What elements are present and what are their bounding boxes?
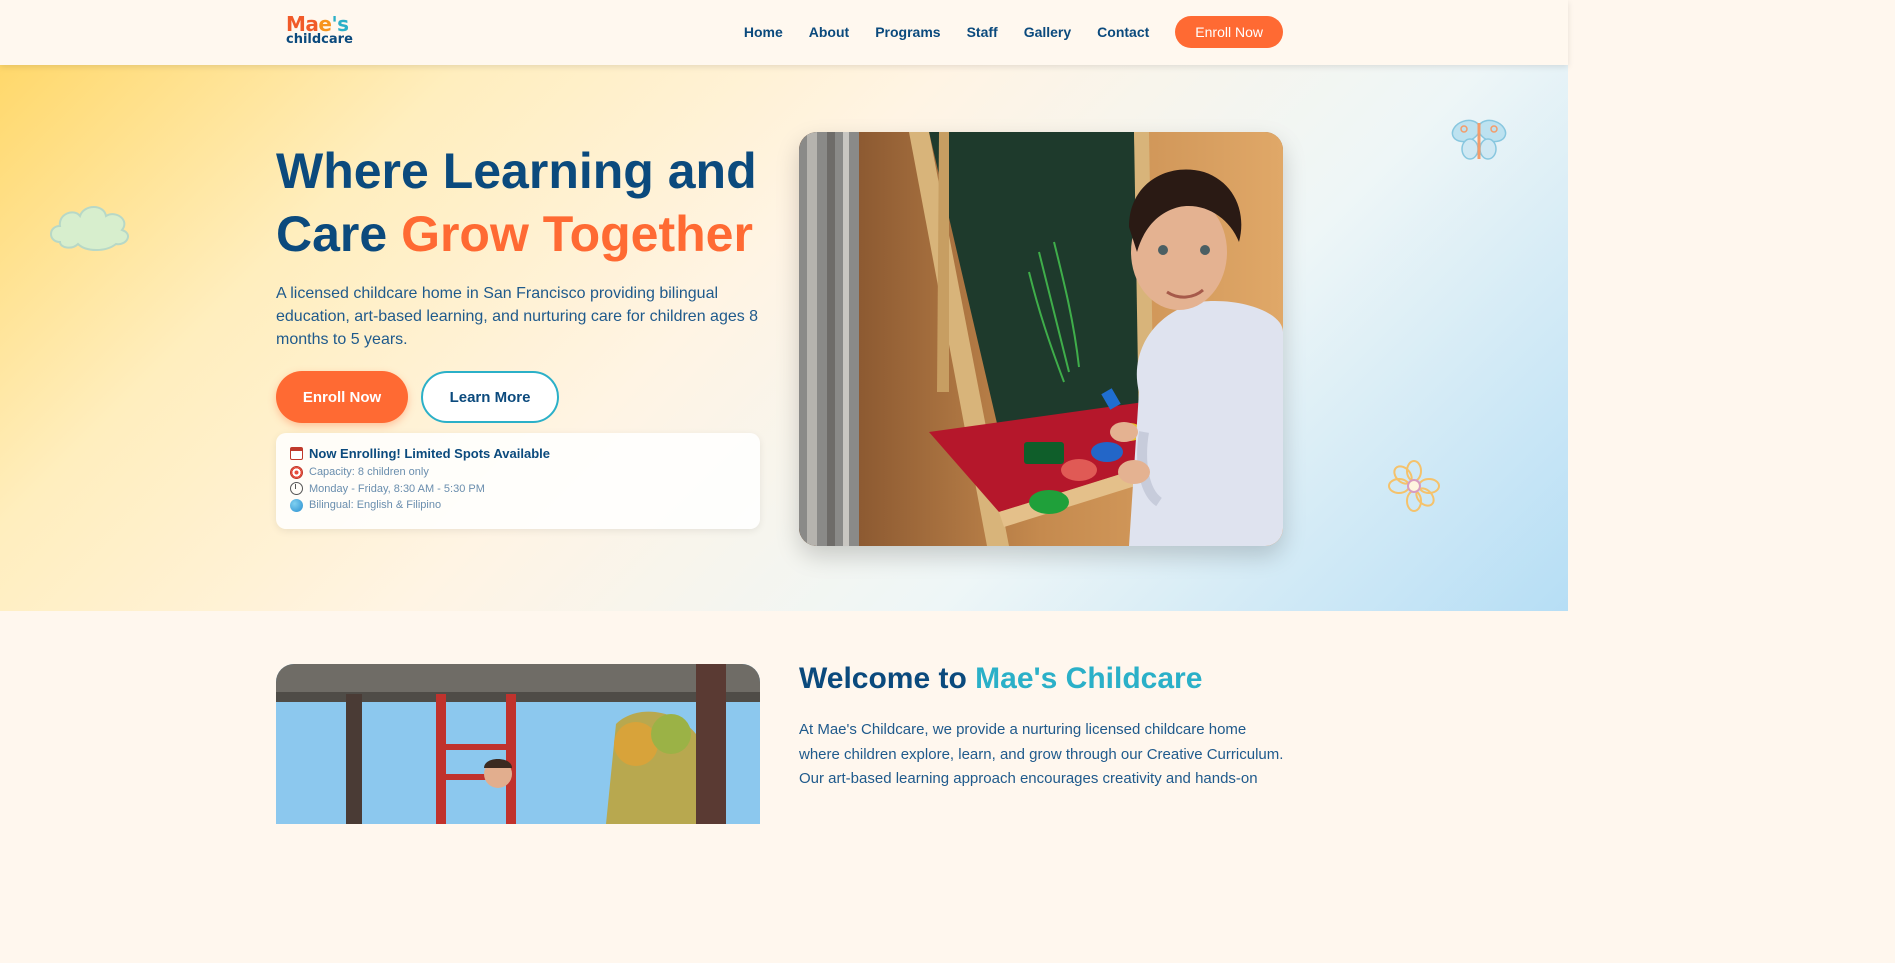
calendar-icon — [290, 447, 303, 460]
nav-programs[interactable]: Programs — [875, 24, 940, 40]
welcome-text: At Mae's Childcare, we provide a nurturi… — [799, 721, 1284, 787]
nav-gallery[interactable]: Gallery — [1024, 24, 1071, 40]
info-heading: Now Enrolling! Limited Spots Available — [309, 446, 551, 461]
info-languages: Bilingual: English & Filipino — [309, 499, 442, 511]
site-header: Mae's childcare Home About Programs Staf… — [0, 0, 1568, 65]
nav-about[interactable]: About — [809, 24, 849, 40]
globe-icon — [290, 498, 303, 512]
welcome-title-accent: Mae's Childcare — [975, 662, 1203, 695]
welcome-photo-illustration — [276, 664, 760, 824]
hero-subtitle: A licensed childcare home in San Francis… — [276, 285, 759, 348]
hero-photo-illustration — [799, 132, 1283, 546]
nav-home[interactable]: Home — [744, 24, 783, 40]
hero-section: Where Learning and Care Grow Together A … — [0, 65, 1568, 611]
info-capacity: Capacity: 8 children only — [309, 466, 429, 478]
hero-photo — [799, 132, 1283, 546]
cloud-icon — [50, 206, 129, 251]
main-nav: Home About Programs Staff Gallery Contac… — [744, 16, 1283, 48]
header-enroll-button[interactable]: Enroll Now — [1175, 16, 1283, 48]
logo-wordmark: Mae's — [286, 12, 349, 36]
logo[interactable]: Mae's childcare — [286, 14, 353, 46]
enrollment-info-card: Now Enrolling! Limited Spots Available C… — [276, 433, 760, 529]
flower-icon — [1388, 460, 1440, 512]
target-icon — [290, 465, 303, 479]
butterfly-icon — [1451, 119, 1507, 160]
nav-contact[interactable]: Contact — [1097, 24, 1149, 40]
nav-staff[interactable]: Staff — [967, 24, 998, 40]
hero-title-accent: Grow Together — [401, 206, 753, 262]
welcome-title: Welcome to Mae's Childcare — [799, 662, 1203, 695]
enroll-now-button[interactable]: Enroll Now — [276, 371, 408, 423]
logo-subtext: childcare — [286, 32, 353, 47]
info-hours: Monday - Friday, 8:30 AM - 5:30 PM — [309, 482, 485, 495]
learn-more-button[interactable]: Learn More — [421, 371, 559, 423]
hero-title: Where Learning and Care Grow Together — [276, 143, 757, 262]
clock-icon — [290, 482, 303, 496]
welcome-photo — [276, 664, 760, 824]
